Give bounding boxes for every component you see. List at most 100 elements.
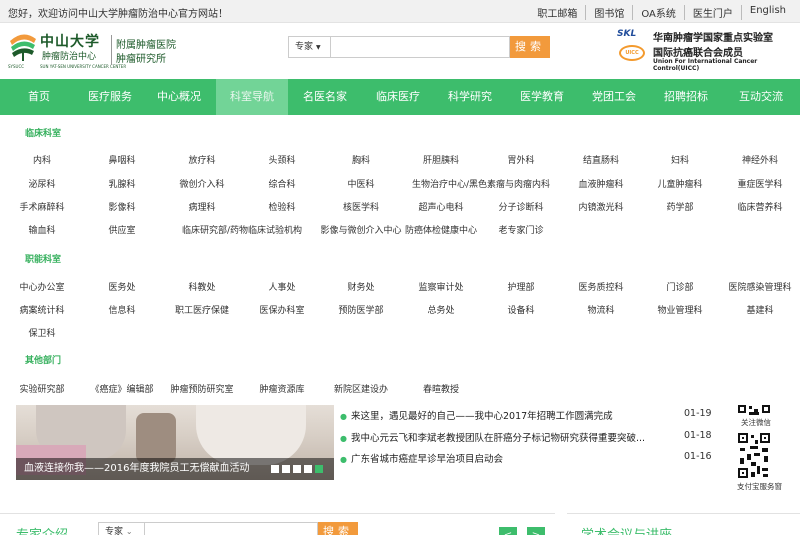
dept-link[interactable]: 医保办科室 xyxy=(259,303,304,316)
dept-link[interactable]: 物业管理科 xyxy=(657,303,702,316)
dept-link[interactable]: 老专家门诊 xyxy=(498,223,543,236)
nav-education[interactable]: 医学教育 xyxy=(506,79,578,115)
library-link[interactable]: 图书馆 xyxy=(585,5,632,20)
dept-link[interactable]: 头颈科 xyxy=(268,153,295,166)
dept-link[interactable]: 肿瘤资源库 xyxy=(259,382,304,395)
dept-link[interactable]: 影像与微创介入中心 xyxy=(320,223,401,236)
dept-link[interactable]: 预防医学部 xyxy=(338,303,383,316)
dept-link[interactable]: 医务质控科 xyxy=(578,280,623,293)
dept-link[interactable]: 综合科 xyxy=(268,177,295,190)
dept-link[interactable]: 春暄教授 xyxy=(423,382,459,395)
dept-link[interactable]: 医务处 xyxy=(108,280,135,293)
search-button[interactable]: 搜索 xyxy=(510,36,550,58)
dept-link[interactable]: 微创介入科 xyxy=(179,177,224,190)
news-title[interactable]: 广东省城市癌症早诊早治项目启动会 xyxy=(351,454,503,465)
slider-dot[interactable] xyxy=(282,465,290,473)
dept-link[interactable]: 泌尿科 xyxy=(28,177,55,190)
nav-recruitment[interactable]: 招聘招标 xyxy=(650,79,722,115)
staff-mail-link[interactable]: 职工邮箱 xyxy=(529,5,585,20)
dept-link[interactable]: 生物治疗中心/黑色素瘤与肉瘤内科 xyxy=(412,177,550,190)
nav-interaction[interactable]: 互动交流 xyxy=(722,79,800,115)
dept-link[interactable]: 乳腺科 xyxy=(108,177,135,190)
dept-link[interactable]: 防癌体检健康中心 xyxy=(405,223,477,236)
dept-link[interactable]: 临床研究部/药物临床试验机构 xyxy=(182,223,302,236)
dept-link[interactable]: 中心办公室 xyxy=(19,280,64,293)
doctor-portal-link[interactable]: 医生门户 xyxy=(683,5,741,20)
dept-link[interactable]: 中医科 xyxy=(347,177,374,190)
dept-link[interactable]: 科教处 xyxy=(188,280,215,293)
dept-link[interactable]: 临床营养科 xyxy=(737,200,782,213)
dept-link[interactable]: 药学部 xyxy=(666,200,693,213)
dept-link[interactable]: 基建科 xyxy=(746,303,773,316)
next-arrow-icon[interactable]: > xyxy=(527,527,545,535)
dept-link[interactable]: 门诊部 xyxy=(666,280,693,293)
dept-link[interactable]: 保卫科 xyxy=(28,326,55,339)
nav-party-union[interactable]: 党团工会 xyxy=(578,79,650,115)
dept-link[interactable]: 医院感染管理科 xyxy=(728,280,791,293)
dept-link[interactable]: 分子诊断科 xyxy=(498,200,543,213)
dept-link[interactable]: 护理部 xyxy=(507,280,534,293)
alipay-qr-icon[interactable] xyxy=(737,432,771,479)
english-link[interactable]: English xyxy=(740,5,794,20)
slider-dot[interactable] xyxy=(304,465,312,473)
dept-link[interactable]: 结直肠科 xyxy=(583,153,619,166)
dept-link[interactable]: 妇科 xyxy=(671,153,689,166)
news-item[interactable]: ● 广东省城市癌症早诊早治项目启动会 01-16 xyxy=(340,451,720,465)
search-input[interactable] xyxy=(330,36,510,58)
news-item[interactable]: ● 我中心元云飞和李斌老教授团队在肝癌分子标记物研究获得重要突破... 01-18 xyxy=(340,430,720,444)
dept-link[interactable]: 血液肿瘤科 xyxy=(578,177,623,190)
dept-link[interactable]: 鼻咽科 xyxy=(108,153,135,166)
dept-link[interactable]: 儿童肿瘤科 xyxy=(657,177,702,190)
nav-home[interactable]: 首页 xyxy=(0,79,78,115)
news-item[interactable]: ● 来这里，遇见最好的自己——我中心2017年招聘工作圆满完成 01-19 xyxy=(340,408,720,422)
dept-link[interactable]: 超声心电科 xyxy=(418,200,463,213)
dept-link[interactable]: 肿瘤预防研究室 xyxy=(170,382,233,395)
dept-link[interactable]: 输血科 xyxy=(28,223,55,236)
news-title[interactable]: 我中心元云飞和李斌老教授团队在肝癌分子标记物研究获得重要突破... xyxy=(351,433,645,444)
dept-link[interactable]: 财务处 xyxy=(347,280,374,293)
nav-department-guide[interactable]: 科室导航 xyxy=(216,79,288,115)
dept-link[interactable]: 胸科 xyxy=(352,153,370,166)
dept-link[interactable]: 内科 xyxy=(33,153,51,166)
dept-link[interactable]: 放疗科 xyxy=(188,153,215,166)
dept-link[interactable]: 人事处 xyxy=(268,280,295,293)
dept-link[interactable]: 供应室 xyxy=(108,223,135,236)
dept-link[interactable]: 手术麻醉科 xyxy=(19,200,64,213)
dept-link[interactable]: 物流科 xyxy=(587,303,614,316)
prev-arrow-icon[interactable]: < xyxy=(499,527,517,535)
oa-system-link[interactable]: OA系统 xyxy=(632,5,684,20)
dept-link[interactable]: 内镜激光科 xyxy=(578,200,623,213)
dept-link[interactable]: 设备科 xyxy=(507,303,534,316)
news-slider[interactable]: 血液连接你我——2016年度我院员工无偿献血活动 xyxy=(16,405,334,480)
wechat-qr-icon[interactable] xyxy=(737,405,771,416)
dept-link[interactable]: 监察审计处 xyxy=(418,280,463,293)
site-logo[interactable]: 中山大学 肿瘤防治中心 SYSUCC SUN YAT-SEN UNIVERSIT… xyxy=(8,29,183,73)
slider-dot[interactable] xyxy=(271,465,279,473)
dept-link[interactable]: 总务处 xyxy=(427,303,454,316)
dept-link[interactable]: 《癌症》编辑部 xyxy=(90,382,153,395)
slider-dot[interactable] xyxy=(293,465,301,473)
dept-link[interactable]: 检验科 xyxy=(268,200,295,213)
expert-search-input[interactable] xyxy=(144,522,318,535)
dept-link[interactable]: 肝胆胰科 xyxy=(423,153,459,166)
nav-research[interactable]: 科学研究 xyxy=(434,79,506,115)
news-title[interactable]: 来这里，遇见最好的自己——我中心2017年招聘工作圆满完成 xyxy=(351,411,613,422)
dept-link[interactable]: 职工医疗保健 xyxy=(175,303,229,316)
nav-medical-service[interactable]: 医疗服务 xyxy=(78,79,142,115)
dept-link[interactable]: 胃外科 xyxy=(507,153,534,166)
dept-link[interactable]: 新院区建设办 xyxy=(334,382,388,395)
dept-link[interactable]: 信息科 xyxy=(108,303,135,316)
dept-link[interactable]: 神经外科 xyxy=(742,153,778,166)
dept-link[interactable]: 核医学科 xyxy=(343,200,379,213)
dept-link[interactable]: 病理科 xyxy=(188,200,215,213)
slider-dot-active[interactable] xyxy=(315,465,323,473)
dept-link[interactable]: 实验研究部 xyxy=(19,382,64,395)
expert-search-button[interactable]: 搜索 xyxy=(318,522,358,535)
expert-search-select[interactable]: 专家 ⌄ xyxy=(98,522,144,535)
dept-link[interactable]: 影像科 xyxy=(108,200,135,213)
search-type-select[interactable]: 专家 ▼ xyxy=(288,36,330,58)
dept-link[interactable]: 重症医学科 xyxy=(737,177,782,190)
nav-center-overview[interactable]: 中心概况 xyxy=(142,79,216,115)
nav-famous-doctors[interactable]: 名医名家 xyxy=(288,79,362,115)
nav-clinical[interactable]: 临床医疗 xyxy=(362,79,434,115)
